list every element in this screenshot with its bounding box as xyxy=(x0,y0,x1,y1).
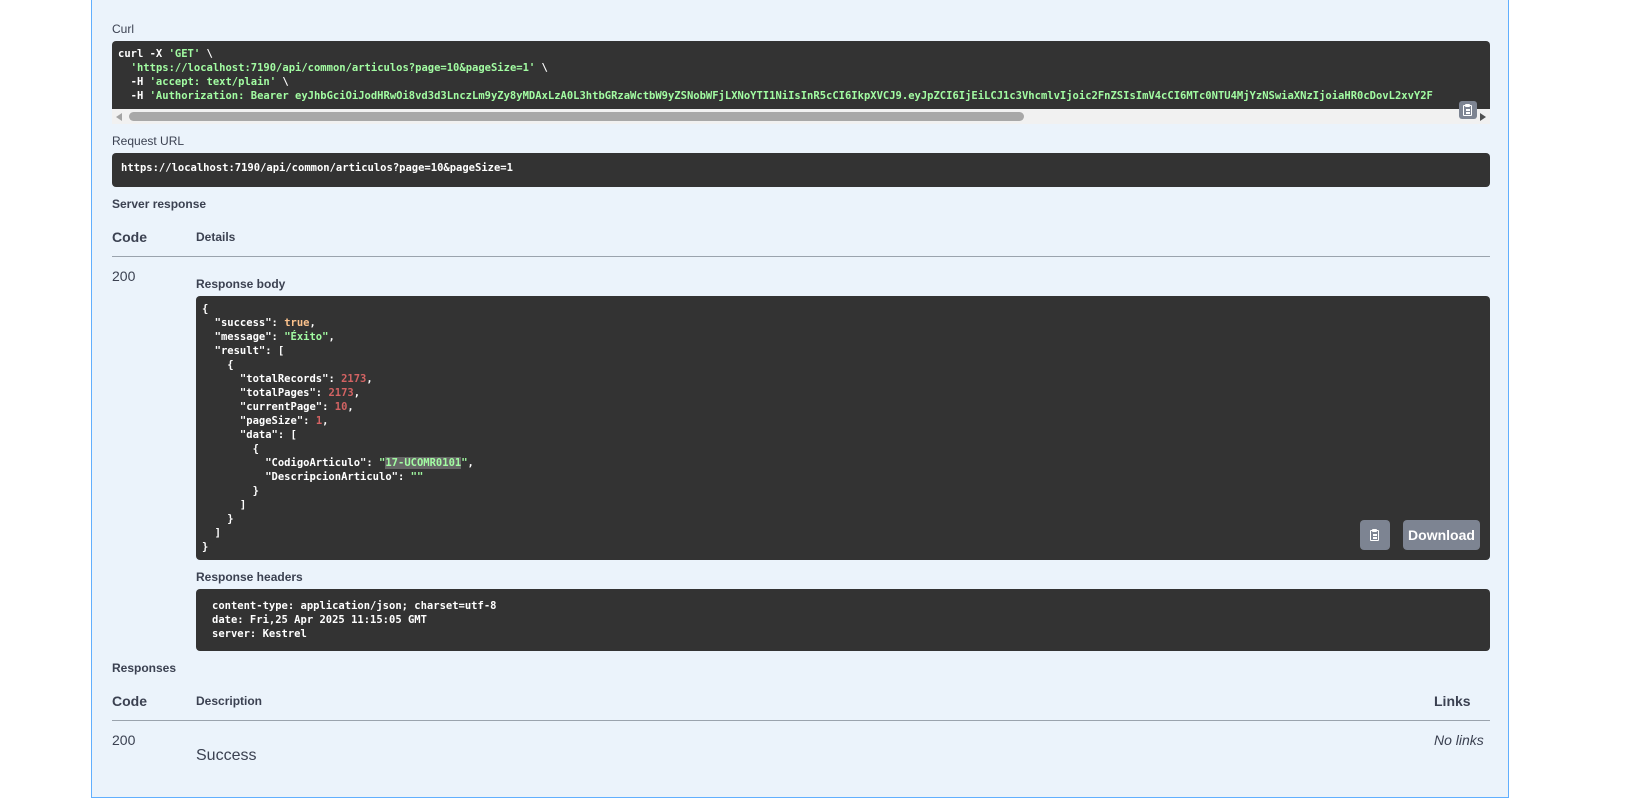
curl-label: Curl xyxy=(112,22,135,36)
server-response-label: Server response xyxy=(112,197,207,211)
header-date: date: Fri,25 Apr 2025 11:15:05 GMT xyxy=(212,614,427,626)
divider xyxy=(112,256,1490,257)
responses-links-header: Links xyxy=(1434,693,1471,709)
curl-horizontal-scrollbar[interactable] xyxy=(112,109,1490,124)
responses-label: Responses xyxy=(112,661,177,675)
curl-line3-prefix: -H xyxy=(118,76,150,88)
curl-line2-continuation: \ xyxy=(535,62,548,74)
request-url-label: Request URL xyxy=(112,134,185,148)
copy-icon xyxy=(1370,529,1380,541)
curl-line1-prefix: curl -X xyxy=(118,48,169,60)
curl-method: 'GET' xyxy=(168,48,201,60)
scroll-right-arrow-icon[interactable] xyxy=(1480,113,1486,121)
response-headers-values: content-type: application/json; charset=… xyxy=(212,599,496,641)
curl-line1-continuation: \ xyxy=(200,48,213,60)
curl-line3-continuation: \ xyxy=(276,76,289,88)
curl-line4-prefix: -H xyxy=(118,90,150,102)
response-body-json: { "success": true, "message": "Éxito", "… xyxy=(202,303,474,553)
curl-command: curl -X 'GET' \ 'https://localhost:7190/… xyxy=(118,47,1433,103)
curl-url: 'https://localhost:7190/api/common/artic… xyxy=(130,62,536,74)
response-body-block: { "success": true, "message": "Éxito", "… xyxy=(196,296,1490,560)
response-headers-block: content-type: application/json; charset=… xyxy=(196,589,1490,651)
responses-status-code: 200 xyxy=(112,732,136,748)
request-url-value: https://localhost:7190/api/common/articu… xyxy=(121,162,513,174)
curl-code-block: curl -X 'GET' \ 'https://localhost:7190/… xyxy=(112,41,1490,109)
divider xyxy=(112,720,1490,721)
curl-accept-header: 'accept: text/plain' xyxy=(149,76,277,88)
header-content-type: content-type: application/json; charset=… xyxy=(212,600,497,612)
copy-icon xyxy=(1463,104,1473,116)
download-button[interactable]: Download xyxy=(1403,520,1480,550)
request-url-block: https://localhost:7190/api/common/articu… xyxy=(112,153,1490,187)
response-headers-label: Response headers xyxy=(196,570,303,584)
curl-auth-header: 'Authorization: Bearer eyJhbGciOiJodHRwO… xyxy=(149,90,1433,102)
header-server: server: Kestrel xyxy=(212,628,307,640)
copy-response-button[interactable] xyxy=(1360,520,1390,550)
selected-text[interactable]: 17-UCOMR0101 xyxy=(385,457,462,469)
responses-description: Success xyxy=(196,747,257,764)
server-response-details-header: Details xyxy=(196,230,236,244)
responses-code-header: Code xyxy=(112,693,147,709)
responses-links: No links xyxy=(1434,732,1484,748)
response-body-label: Response body xyxy=(196,277,286,291)
server-response-code-header: Code xyxy=(112,229,147,245)
response-status-code: 200 xyxy=(112,268,136,284)
responses-description-header: Description xyxy=(196,694,263,708)
scrollbar-thumb[interactable] xyxy=(129,112,1024,121)
copy-curl-button[interactable] xyxy=(1459,101,1477,119)
scroll-left-arrow-icon[interactable] xyxy=(116,113,122,121)
